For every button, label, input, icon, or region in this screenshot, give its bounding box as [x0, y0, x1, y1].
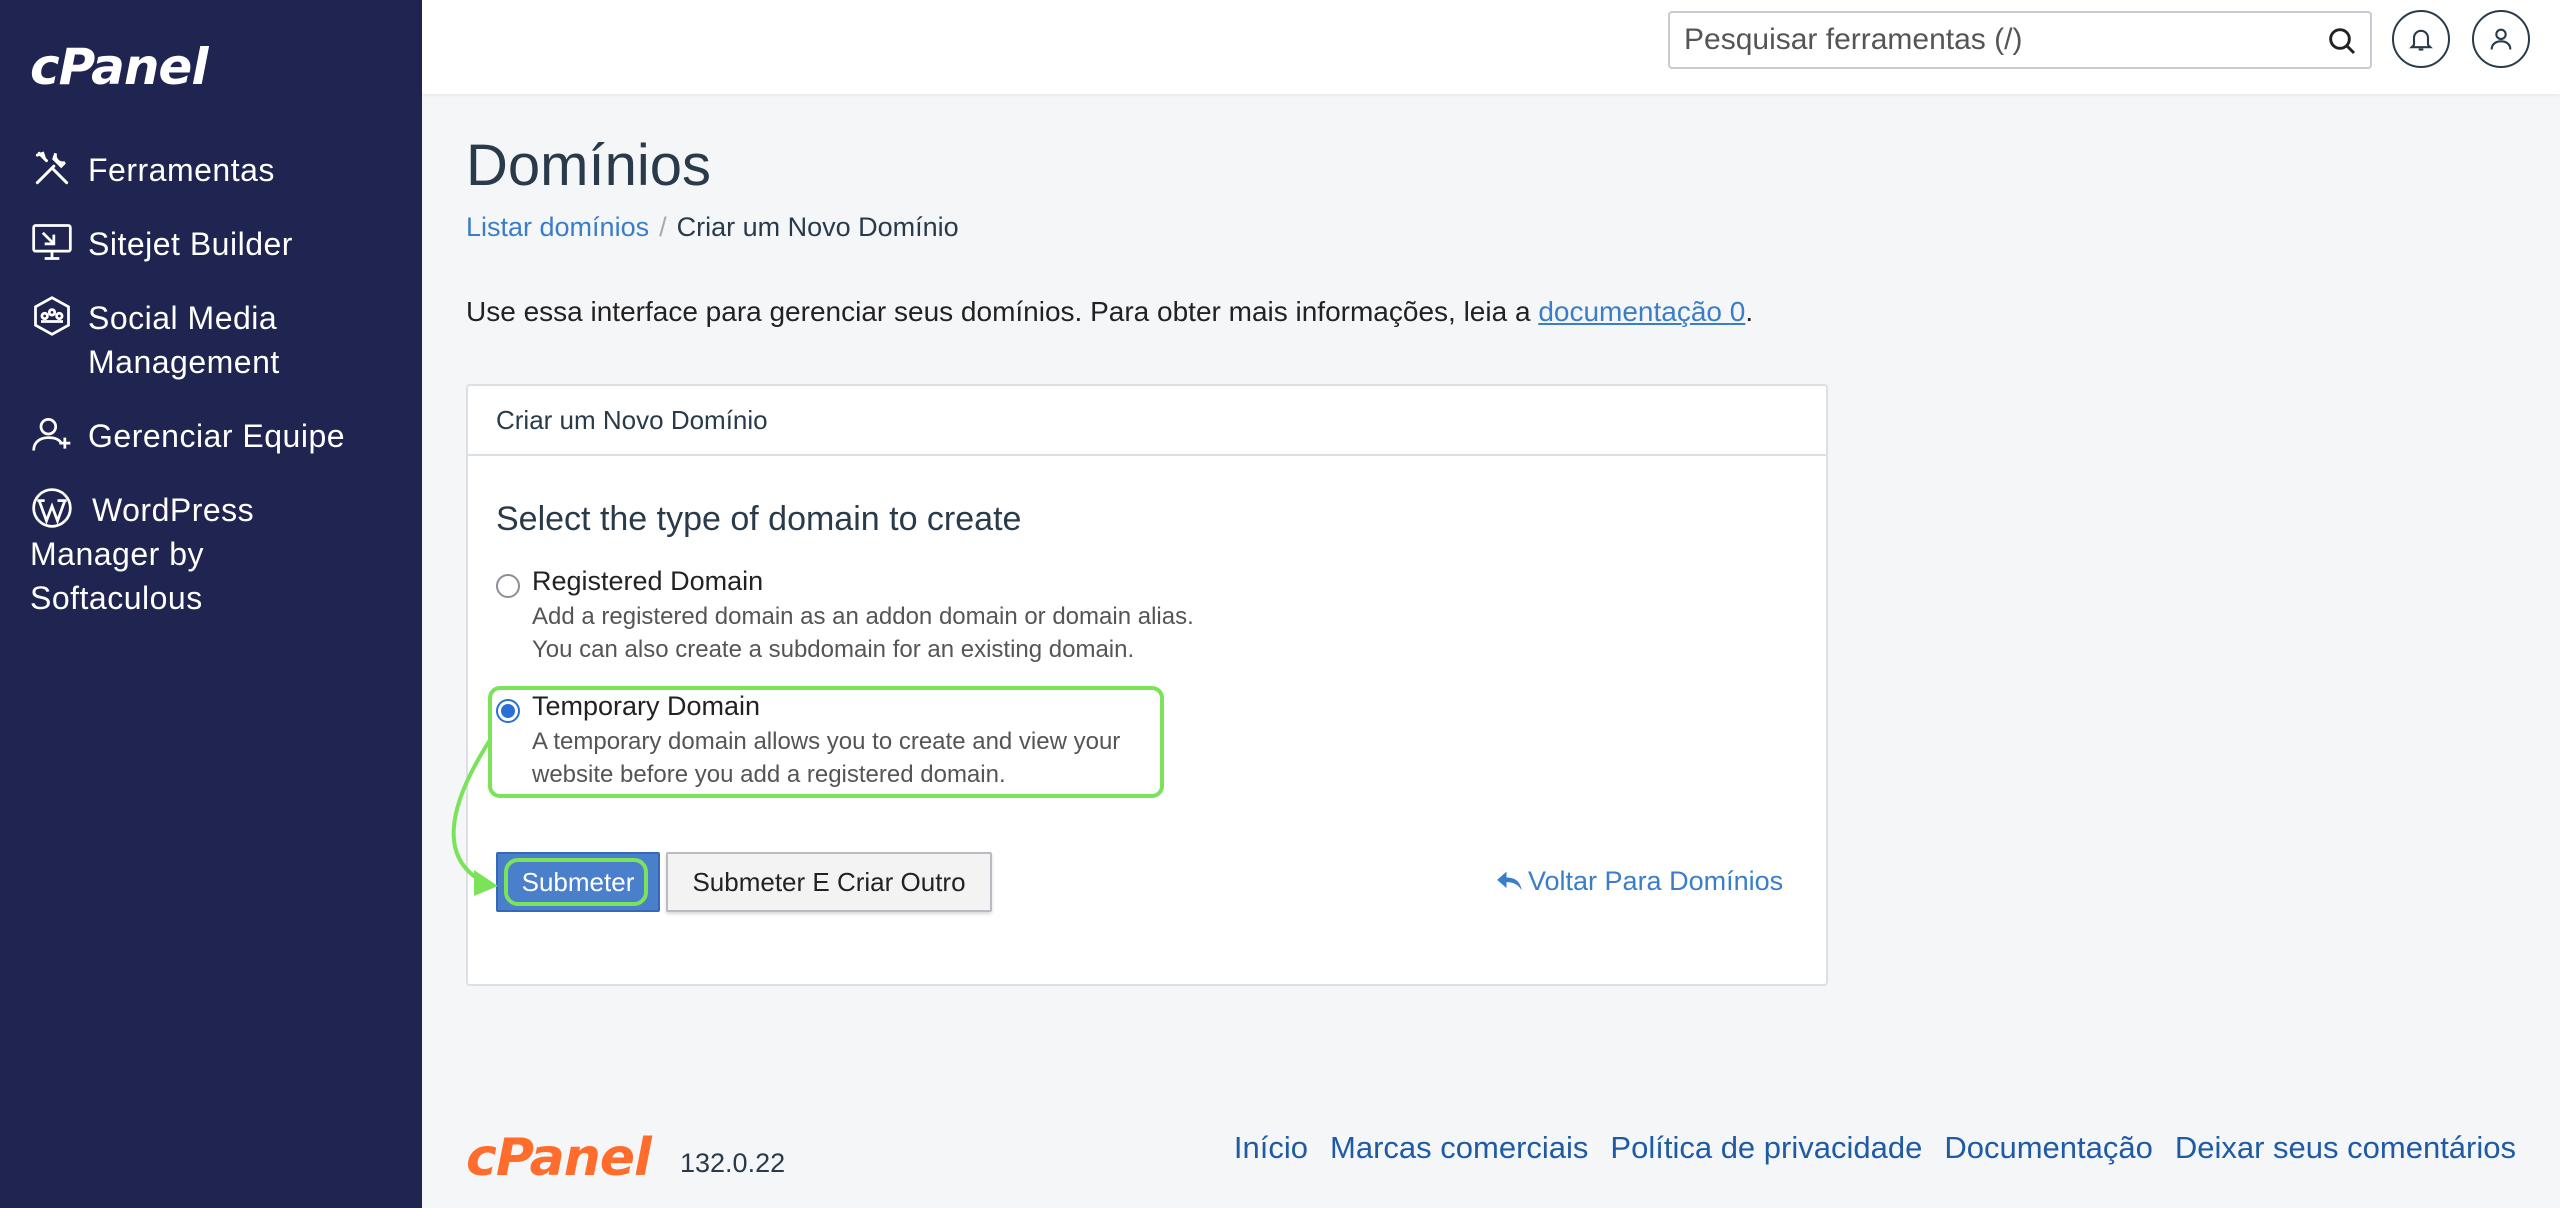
reply-arrow-icon: [1497, 871, 1522, 891]
search-box: [1668, 11, 2372, 69]
topbar: [422, 0, 2560, 94]
option-desc-line: You can also create a subdomain for an e…: [532, 636, 1135, 663]
submit-and-create-another-button[interactable]: Submeter E Criar Outro: [666, 852, 992, 912]
back-to-domains-link[interactable]: Voltar Para Domínios: [1496, 866, 1783, 897]
social-media-icon: [30, 294, 74, 338]
wordpress-icon: [30, 486, 74, 530]
footer-link-inicio[interactable]: Início: [1234, 1130, 1308, 1166]
sidebar-item-gerenciar-equipe[interactable]: Gerenciar Equipe: [0, 414, 422, 458]
intro-body: Use essa interface para gerenciar seus d…: [466, 296, 1531, 327]
breadcrumb-link-listar-dominios[interactable]: Listar domínios: [466, 212, 649, 242]
user-icon: [2490, 28, 2512, 50]
footer-cpanel-logo[interactable]: cPanel: [466, 1128, 652, 1188]
panel-header: Criar um Novo Domínio: [468, 386, 1826, 456]
option-desc-line: website before you add a registered doma…: [532, 761, 1006, 788]
sitejet-icon: [30, 220, 74, 264]
bell-icon: [2409, 29, 2433, 51]
option-description: Add a registered domain as an addon doma…: [532, 600, 1194, 666]
intro-end: .: [1745, 296, 1754, 327]
option-description: A temporary domain allows you to create …: [532, 725, 1120, 791]
documentation-link-text: documentação: [1538, 296, 1722, 327]
option-title: Temporary Domain: [532, 691, 761, 721]
version-number: 132.0.22: [680, 1148, 786, 1178]
sidebar-item-label: Social Media Management: [88, 300, 280, 380]
option-desc-line: Add a registered domain as an addon doma…: [532, 603, 1194, 630]
option-title: Registered Domain: [532, 566, 764, 596]
cpanel-logo[interactable]: cPanel: [30, 38, 208, 96]
sidebar-item-wordpress[interactable]: WordPress Manager by Softaculous: [0, 488, 422, 620]
sidebar-item-social-media[interactable]: Social Media Management: [0, 296, 422, 384]
footer-links: Início Marcas comerciais Política de pri…: [1234, 1130, 2516, 1166]
sidebar-item-label: Ferramentas: [88, 152, 275, 188]
sidebar-nav: Ferramentas Sitejet Builder Social Media…: [0, 148, 422, 650]
submit-highlight: [504, 858, 648, 906]
footer-link-marcas[interactable]: Marcas comerciais: [1330, 1130, 1588, 1166]
breadcrumb-current: Criar um Novo Domínio: [676, 212, 959, 242]
footer-link-documentacao[interactable]: Documentação: [1944, 1130, 2153, 1166]
sidebar: cPanel Ferramentas Sitejet Builder Socia…: [0, 0, 422, 1208]
documentation-link[interactable]: documentação 0: [1538, 296, 1745, 327]
back-link-label: Voltar Para Domínios: [1528, 866, 1784, 896]
panel-subtitle: Select the type of domain to create: [496, 500, 1022, 538]
footer-link-comentarios[interactable]: Deixar seus comentários: [2175, 1130, 2516, 1166]
sidebar-item-sitejet[interactable]: Sitejet Builder: [0, 222, 422, 266]
sidebar-item-ferramentas[interactable]: Ferramentas: [0, 148, 422, 192]
page-title: Domínios: [466, 133, 711, 198]
footer-link-privacidade[interactable]: Política de privacidade: [1610, 1130, 1922, 1166]
breadcrumb-separator: /: [659, 212, 667, 242]
tools-icon: [30, 146, 74, 190]
annotation-arrow: [451, 738, 498, 896]
intro-text: Use essa interface para gerenciar seus d…: [466, 296, 1753, 328]
registered-domain-radio[interactable]: [496, 574, 520, 598]
team-icon: [30, 412, 74, 456]
option-desc-line: A temporary domain allows you to create …: [532, 728, 1121, 755]
breadcrumb: Listar domínios / Criar um Novo Domínio: [466, 212, 959, 243]
sidebar-item-label: Sitejet Builder: [88, 226, 293, 262]
create-domain-panel: Criar um Novo Domínio Select the type of…: [466, 384, 1828, 986]
search-input[interactable]: [1670, 13, 2310, 67]
search-icon[interactable]: [2326, 25, 2358, 57]
user-menu-button[interactable]: [2472, 10, 2530, 68]
notifications-button[interactable]: [2392, 10, 2450, 68]
documentation-link-suffix: 0: [1729, 296, 1746, 327]
sidebar-item-label: Gerenciar Equipe: [88, 418, 346, 454]
